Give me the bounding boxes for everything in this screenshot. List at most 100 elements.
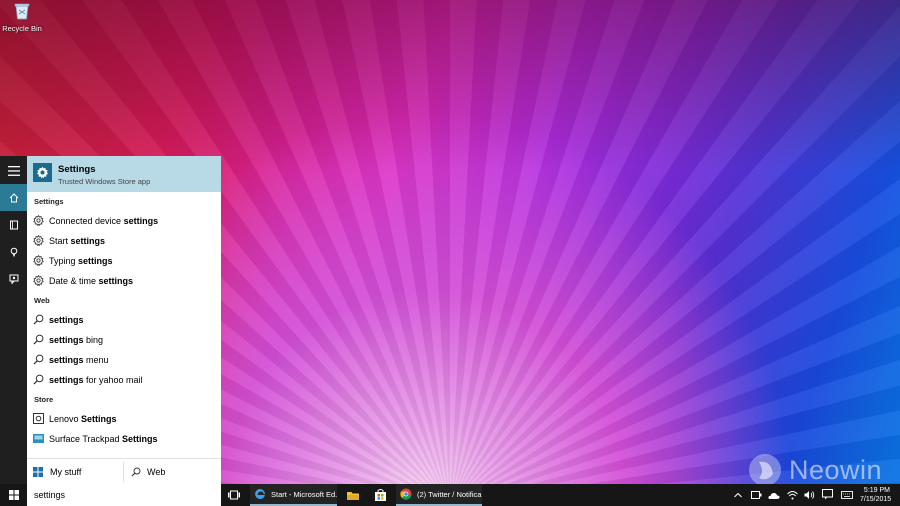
tray-keyboard-button[interactable] xyxy=(841,489,853,501)
result-match: settings xyxy=(78,255,113,266)
section-heading-web: Web xyxy=(34,296,50,305)
gear-icon xyxy=(33,215,44,226)
taskbar-app-label: (2) Twitter / Notifica... xyxy=(417,489,482,499)
recycle-bin-shortcut[interactable]: Recycle Bin xyxy=(2,2,42,33)
tray-volume-button[interactable] xyxy=(803,489,815,501)
taskbar-app-file-explorer[interactable] xyxy=(344,484,362,506)
clock-date: 7/15/2015 xyxy=(860,496,892,503)
web-result-settings-menu[interactable]: settings menu xyxy=(27,350,221,369)
gear-icon xyxy=(33,255,44,266)
rail-notebook-button[interactable] xyxy=(0,211,27,238)
result-date-time-settings[interactable]: Date & time settings xyxy=(27,271,221,290)
result-text: bing xyxy=(83,334,104,345)
action-center-button[interactable] xyxy=(822,489,833,500)
hamburger-menu-icon xyxy=(7,165,20,176)
result-text: Lenovo xyxy=(49,413,82,424)
taskbar-app-chrome[interactable]: (2) Twitter / Notifica... xyxy=(396,484,482,506)
notebook-icon xyxy=(9,220,18,229)
result-match: settings xyxy=(98,275,134,286)
rail-home-button[interactable] xyxy=(0,184,27,211)
file-explorer-icon xyxy=(347,491,359,500)
result-match: settings xyxy=(49,354,84,365)
windows-logo-icon xyxy=(33,467,43,477)
store-icon xyxy=(374,489,386,501)
neowin-watermark: Neowin xyxy=(747,452,882,488)
search-icon xyxy=(33,354,44,365)
search-results-panel: Settings Trusted Windows Store app Setti… xyxy=(27,156,221,484)
recycle-bin-label: Recycle Bin xyxy=(2,24,42,33)
result-typing-settings[interactable]: Typing settings xyxy=(27,251,221,270)
filter-divider xyxy=(123,462,124,482)
result-connected-device-settings[interactable]: Connected device settings xyxy=(27,211,221,230)
keyboard-icon xyxy=(841,491,853,499)
taskbar-clock[interactable]: 5:19 PM 7/15/2015 xyxy=(860,486,892,504)
windows-logo-icon xyxy=(8,490,19,500)
store-result-lenovo-settings[interactable]: Lenovo Settings xyxy=(27,409,221,428)
result-text: Date & time xyxy=(49,275,99,286)
tray-wifi-button[interactable] xyxy=(786,489,798,501)
result-text: menu xyxy=(83,354,109,365)
result-match: settings xyxy=(49,314,84,325)
tray-app-button[interactable] xyxy=(768,489,780,501)
result-match: Settings xyxy=(122,433,158,444)
result-text: Typing xyxy=(49,255,79,266)
clock-time: 5:19 PM xyxy=(863,487,890,494)
lenovo-settings-icon xyxy=(33,413,44,424)
result-start-settings[interactable]: Start settings xyxy=(27,231,221,250)
recycle-bin-icon xyxy=(14,3,30,20)
result-match: settings xyxy=(49,334,84,345)
my-stuff-button[interactable]: My stuff xyxy=(33,459,121,485)
neowin-watermark-text: Neowin xyxy=(788,454,882,485)
store-result-surface-trackpad-settings[interactable]: Surface Trackpad Settings xyxy=(27,429,221,448)
task-view-button[interactable] xyxy=(225,484,243,506)
gear-icon xyxy=(33,275,44,286)
result-text: Surface Trackpad xyxy=(49,433,123,444)
search-icon xyxy=(33,334,44,345)
section-heading-settings: Settings xyxy=(34,197,64,206)
edge-icon xyxy=(255,489,265,499)
web-result-settings-bing[interactable]: settings bing xyxy=(27,330,221,349)
best-match-title: Settings xyxy=(58,164,96,175)
volume-icon xyxy=(804,491,814,499)
search-query-text: settings xyxy=(34,490,66,500)
result-text: for yahoo mail xyxy=(83,374,143,385)
web-result-settings[interactable]: settings xyxy=(27,310,221,329)
start-rail xyxy=(0,156,27,484)
gear-icon xyxy=(33,235,44,246)
best-match-subtitle: Trusted Windows Store app xyxy=(58,177,151,186)
section-heading-store: Store xyxy=(34,395,54,404)
device-icon xyxy=(750,491,761,499)
chrome-icon xyxy=(400,488,412,500)
search-filter-bar: My stuff Web xyxy=(27,458,221,484)
show-hidden-icons-button[interactable] xyxy=(732,489,744,501)
feedback-icon xyxy=(9,274,18,284)
result-text: Connected device xyxy=(49,215,124,226)
tray-device-button[interactable] xyxy=(750,489,762,501)
web-filter-button[interactable]: Web xyxy=(131,459,217,485)
best-match-settings-app[interactable]: Settings Trusted Windows Store app xyxy=(27,156,221,192)
taskbar-app-edge[interactable]: Start - Microsoft Ed... xyxy=(250,484,337,506)
message-icon xyxy=(822,489,833,500)
hamburger-menu-button[interactable] xyxy=(0,157,27,184)
chevron-up-icon xyxy=(734,492,742,498)
start-button[interactable] xyxy=(0,484,27,506)
rail-reminders-button[interactable] xyxy=(0,238,27,265)
taskbar-app-label: Start - Microsoft Ed... xyxy=(271,489,337,499)
taskbar-app-store[interactable] xyxy=(371,484,389,506)
wifi-icon xyxy=(786,491,798,500)
trackpad-icon xyxy=(33,433,44,444)
rail-feedback-button[interactable] xyxy=(0,265,27,292)
taskbar-search-box[interactable]: settings xyxy=(27,484,221,506)
taskbar: settings Start - Microsoft Ed... (2) Twi… xyxy=(0,484,900,506)
result-match: settings xyxy=(70,235,106,246)
web-result-settings-yahoo-mail[interactable]: settings for yahoo mail xyxy=(27,370,221,389)
neowin-logo-icon xyxy=(748,454,781,486)
search-icon xyxy=(131,467,141,477)
result-match: settings xyxy=(123,215,159,226)
result-match: Settings xyxy=(81,413,117,424)
reminders-icon xyxy=(10,247,17,256)
web-filter-label: Web xyxy=(147,467,166,477)
onedrive-icon xyxy=(768,492,780,499)
result-match: settings xyxy=(49,374,84,385)
search-icon xyxy=(33,314,44,325)
